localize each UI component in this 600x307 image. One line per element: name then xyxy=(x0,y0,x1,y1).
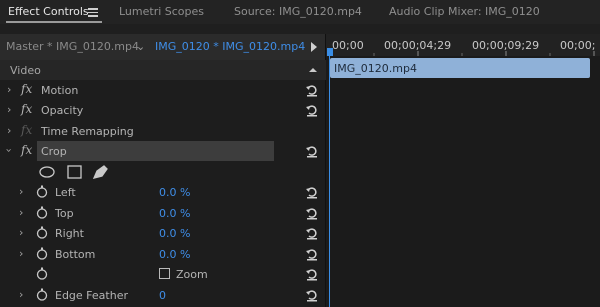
param-row-right[interactable]: › Right 0.0 % xyxy=(0,223,326,243)
scroll-up-icon[interactable] xyxy=(308,65,318,75)
reset-icon[interactable] xyxy=(305,144,319,158)
expand-chevron-icon[interactable]: › xyxy=(19,185,23,198)
param-value[interactable]: 0.0 % xyxy=(159,227,190,240)
effect-row-crop[interactable]: › fx Crop xyxy=(0,141,326,161)
param-value[interactable]: 0 xyxy=(159,289,166,302)
playhead-handle[interactable] xyxy=(327,48,333,56)
timeline-clip[interactable]: IMG_0120.mp4 xyxy=(330,58,590,78)
effect-row-opacity[interactable]: › fx Opacity xyxy=(0,100,326,120)
play-icon[interactable] xyxy=(311,42,317,52)
stopwatch-icon[interactable] xyxy=(36,206,48,219)
pen-mask-icon xyxy=(92,165,108,179)
expand-chevron-icon[interactable]: › xyxy=(19,247,23,260)
clip-name: IMG_0120.mp4 xyxy=(334,62,417,75)
effect-label-time-remapping: Time Remapping xyxy=(41,125,134,138)
tab-audio-clip-mixer[interactable]: Audio Clip Mixer: IMG_0120 xyxy=(389,4,540,20)
expand-chevron-icon[interactable]: › xyxy=(7,124,11,137)
reset-icon[interactable] xyxy=(305,185,319,199)
tab-source[interactable]: Source: IMG_0120.mp4 xyxy=(234,4,362,20)
param-row-bottom[interactable]: › Bottom 0.0 % xyxy=(0,244,326,264)
collapse-chevron-icon[interactable]: › xyxy=(3,148,16,152)
stopwatch-icon[interactable] xyxy=(36,267,48,280)
master-clip-tab[interactable]: Master * IMG_0120.mp4 xyxy=(6,40,139,53)
ruler-ticks xyxy=(329,51,595,56)
param-row-zoom[interactable]: Zoom xyxy=(0,264,326,284)
stopwatch-icon[interactable] xyxy=(36,226,48,239)
reset-icon[interactable] xyxy=(305,288,319,302)
time-ruler[interactable]: 00;00 00;00;04;29 00;00;09;29 00;00; xyxy=(326,34,600,56)
ellipse-mask-icon xyxy=(39,166,55,178)
fx-icon[interactable]: fx xyxy=(21,143,32,157)
fx-icon[interactable]: fx xyxy=(21,82,32,96)
param-value[interactable]: 0.0 % xyxy=(159,248,190,261)
reset-icon[interactable] xyxy=(305,83,319,97)
param-row-edge-feather[interactable]: › Edge Feather 0 xyxy=(0,285,326,305)
effect-label-motion: Motion xyxy=(41,84,79,97)
mask-tools xyxy=(39,165,108,179)
reset-icon[interactable] xyxy=(305,267,319,281)
reset-icon[interactable] xyxy=(305,206,319,220)
param-label: Edge Feather xyxy=(55,289,128,302)
zoom-checkbox[interactable] xyxy=(159,268,170,279)
expand-chevron-icon[interactable]: › xyxy=(7,103,11,116)
video-section-label: Video xyxy=(10,64,41,77)
effect-controls-header: Master * IMG_0120.mp4 ⌄ IMG_0120 * IMG_0… xyxy=(0,34,326,60)
reset-icon[interactable] xyxy=(305,247,319,261)
param-label: Bottom xyxy=(55,248,96,261)
effect-row-time-remapping[interactable]: › fx Time Remapping xyxy=(0,121,326,141)
param-row-left[interactable]: › Left 0.0 % xyxy=(0,182,326,202)
param-value[interactable]: 0.0 % xyxy=(159,186,190,199)
stopwatch-icon[interactable] xyxy=(36,247,48,260)
param-row-top[interactable]: › Top 0.0 % xyxy=(0,203,326,223)
expand-chevron-icon[interactable]: › xyxy=(19,226,23,239)
active-tab-indicator xyxy=(6,21,102,23)
param-label: Left xyxy=(55,186,76,199)
selected-effect-highlight xyxy=(37,141,274,161)
reset-icon[interactable] xyxy=(305,103,319,117)
reset-icon[interactable] xyxy=(305,226,319,240)
effect-row-motion[interactable]: › fx Motion xyxy=(0,80,326,100)
panel-divider xyxy=(0,24,600,34)
mini-timeline[interactable]: 00;00 00;00;04;29 00;00;09;29 00;00; IMG… xyxy=(326,34,600,307)
effect-label-crop: Crop xyxy=(41,145,67,158)
panel-menu-icon[interactable] xyxy=(88,8,98,17)
fx-icon: fx xyxy=(21,123,33,137)
rectangle-mask-icon xyxy=(67,165,82,179)
stopwatch-icon[interactable] xyxy=(36,288,48,301)
chevron-down-icon[interactable]: ⌄ xyxy=(136,40,145,53)
panel-tab-bar: Effect Controls Lumetri Scopes Source: I… xyxy=(0,0,600,24)
expand-chevron-icon[interactable]: › xyxy=(19,206,23,219)
expand-chevron-icon[interactable]: › xyxy=(7,83,11,96)
tab-effect-controls[interactable]: Effect Controls xyxy=(8,4,89,20)
param-label: Top xyxy=(55,207,74,220)
zoom-label: Zoom xyxy=(176,268,208,281)
tab-lumetri-scopes[interactable]: Lumetri Scopes xyxy=(119,4,204,20)
fx-icon[interactable]: fx xyxy=(21,102,32,116)
playhead-line[interactable] xyxy=(329,56,330,307)
param-label: Right xyxy=(55,227,84,240)
expand-chevron-icon[interactable]: › xyxy=(19,288,23,301)
param-value[interactable]: 0.0 % xyxy=(159,207,190,220)
sequence-clip-tab[interactable]: IMG_0120 * IMG_0120.mp4 xyxy=(155,40,305,53)
effect-label-opacity: Opacity xyxy=(41,104,84,117)
video-section-header: Video xyxy=(0,60,326,80)
stopwatch-icon[interactable] xyxy=(36,185,48,198)
